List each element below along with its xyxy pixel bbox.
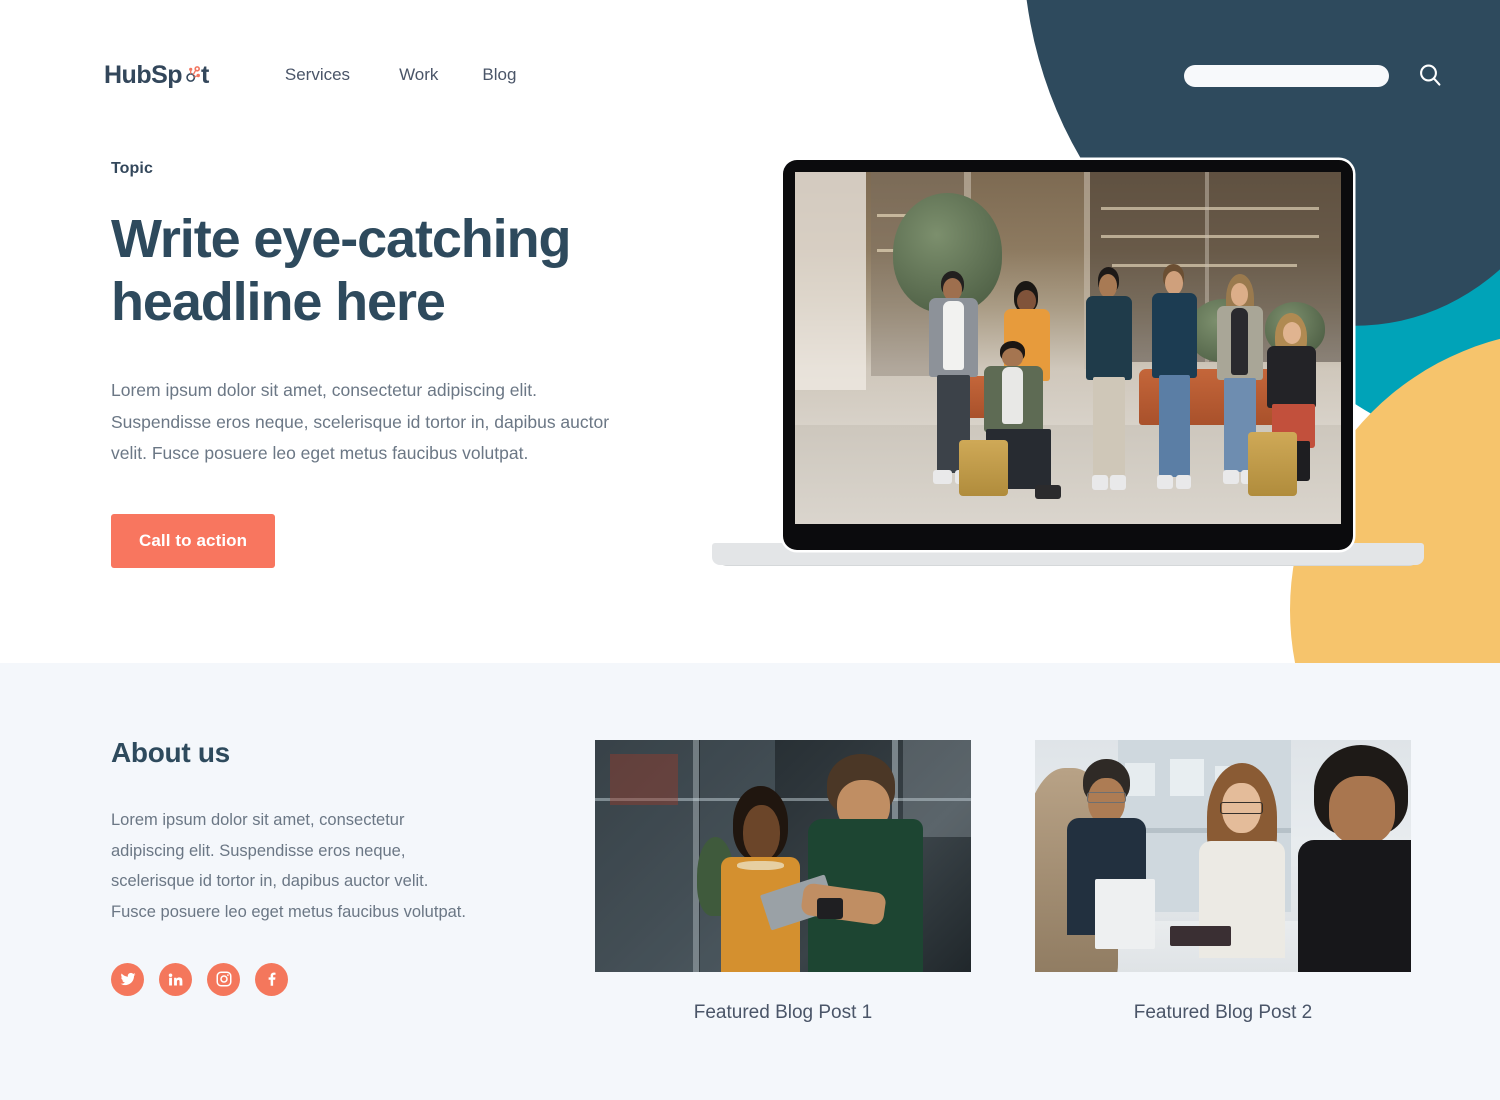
- search-area: [1184, 62, 1444, 89]
- logo-text-left: HubSp: [104, 60, 183, 89]
- nav-item-blog[interactable]: Blog: [482, 65, 516, 85]
- topic-label: Topic: [111, 160, 153, 177]
- social-links: [111, 962, 491, 996]
- nav-item-services[interactable]: Services: [285, 65, 350, 85]
- linkedin-icon[interactable]: [159, 962, 192, 996]
- page-title: Write eye-catching headline here: [111, 208, 731, 333]
- about-column: About us Lorem ipsum dolor sit amet, con…: [111, 737, 491, 996]
- laptop-lid: [783, 160, 1353, 550]
- blog-image-2: [1035, 740, 1411, 972]
- hubspot-sprocket-icon: [182, 65, 201, 85]
- headline-line-2: headline here: [111, 271, 446, 332]
- blog-caption: Featured Blog Post 2: [1133, 1002, 1313, 1023]
- nav-links: Services Work Blog: [285, 65, 517, 85]
- blog-caption: Featured Blog Post 1: [693, 1002, 873, 1023]
- hero-section: HubSp t Services Work Blog Topic Write e…: [0, 0, 1500, 663]
- hero-team-photo: [795, 172, 1341, 524]
- about-title: About us: [111, 737, 230, 768]
- search-icon[interactable]: [1417, 62, 1444, 89]
- blog-image-1: [595, 740, 971, 972]
- blog-card[interactable]: Featured Blog Post 1: [595, 740, 971, 1024]
- blog-card[interactable]: Featured Blog Post 2: [1035, 740, 1411, 1024]
- search-input[interactable]: [1184, 64, 1389, 87]
- blog-thumbnail[interactable]: [1035, 740, 1411, 972]
- about-paragraph: Lorem ipsum dolor sit amet, consectetur …: [111, 811, 466, 922]
- instagram-icon[interactable]: [207, 962, 240, 996]
- hubspot-logo[interactable]: HubSp t: [104, 58, 209, 92]
- headline-line-1: Write eye-catching: [111, 209, 571, 269]
- hero-paragraph: Lorem ipsum dolor sit amet, consectetur …: [111, 380, 610, 463]
- twitter-icon[interactable]: [111, 962, 144, 996]
- call-to-action-button[interactable]: Call to action: [111, 514, 276, 569]
- laptop-mockup: [712, 160, 1424, 570]
- logo-text-right: t: [201, 60, 209, 89]
- laptop-screen: [795, 172, 1341, 524]
- nav-item-work[interactable]: Work: [399, 65, 438, 85]
- facebook-icon[interactable]: [255, 962, 288, 996]
- blog-thumbnail[interactable]: [595, 740, 971, 972]
- hero-content: Topic Write eye-catching headline here L…: [111, 160, 731, 569]
